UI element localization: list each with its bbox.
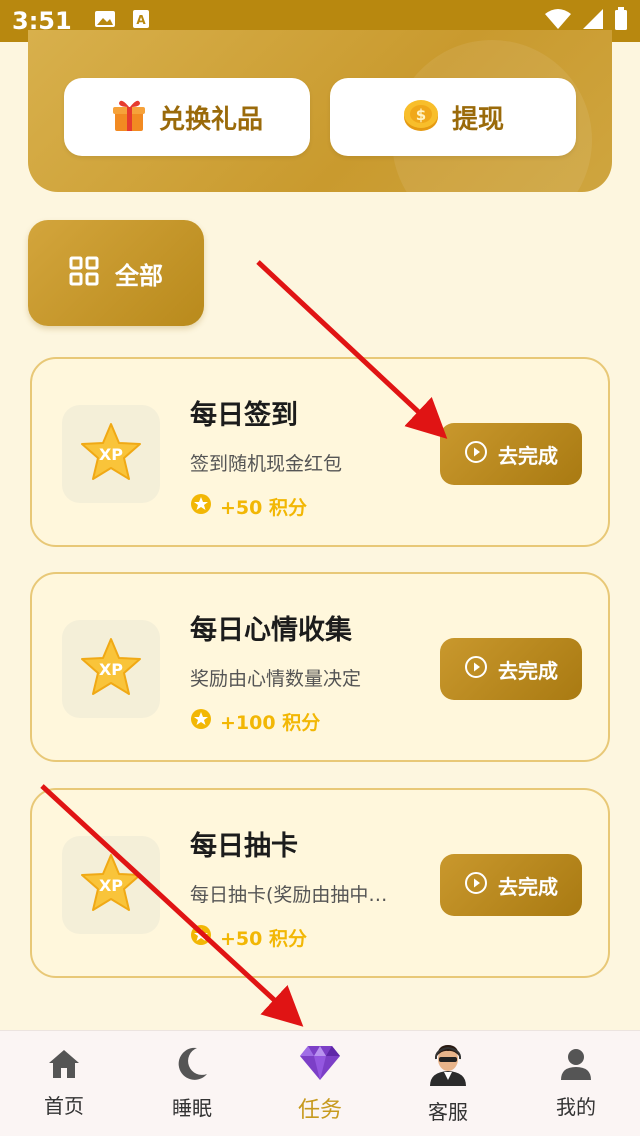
task-complete-label: 去完成 xyxy=(498,443,558,468)
task-title: 每日签到 xyxy=(190,400,298,431)
task-complete-button[interactable]: 去完成 xyxy=(440,423,582,485)
play-circle-icon xyxy=(464,871,488,899)
svg-text:XP: XP xyxy=(99,445,123,464)
nav-item-sleep[interactable]: 睡眠 xyxy=(128,1031,256,1136)
svg-text:XP: XP xyxy=(99,660,123,679)
task-points: +50 积分 xyxy=(190,924,307,951)
withdraw-button[interactable]: $ 提现 xyxy=(330,78,576,156)
task-icon-box: XP xyxy=(62,620,160,718)
task-points: +50 积分 xyxy=(190,493,307,520)
points-summary-card: 兑换礼品 $ 提现 xyxy=(28,30,612,192)
task-icon-box: XP xyxy=(62,405,160,503)
nav-item-home[interactable]: 首页 xyxy=(0,1031,128,1136)
nav-label: 睡眠 xyxy=(172,1096,212,1120)
task-description: 签到随机现金红包 xyxy=(190,453,343,475)
task-icon-box: XP xyxy=(62,836,160,934)
points-star-icon xyxy=(190,924,212,951)
task-points-value: +100 积分 xyxy=(220,712,321,734)
task-points-value: +50 积分 xyxy=(220,497,307,519)
points-star-icon xyxy=(190,708,212,735)
task-title: 每日抽卡 xyxy=(190,831,298,862)
task-points: +100 积分 xyxy=(190,708,320,735)
task-complete-button[interactable]: 去完成 xyxy=(440,638,582,700)
task-complete-button[interactable]: 去完成 xyxy=(440,854,582,916)
points-star-icon xyxy=(190,493,212,520)
nav-label: 客服 xyxy=(428,1100,468,1124)
xp-star-icon: XP xyxy=(80,853,142,917)
svg-text:XP: XP xyxy=(99,876,123,895)
task-card-mood-collection: XP 每日心情收集 奖励由心情数量决定 +100 积分 去完成 xyxy=(30,572,610,762)
nav-item-customer-service[interactable]: 客服 xyxy=(384,1031,512,1136)
agent-avatar-icon xyxy=(426,1042,470,1090)
play-circle-icon xyxy=(464,440,488,468)
svg-text:A: A xyxy=(136,13,146,27)
task-card-daily-checkin: XP 每日签到 签到随机现金红包 +50 积分 去完成 xyxy=(30,357,610,547)
exchange-gift-label: 兑换礼品 xyxy=(158,104,263,135)
nav-label: 任务 xyxy=(297,1097,342,1123)
svg-text:$: $ xyxy=(416,106,426,124)
task-description: 奖励由心情数量决定 xyxy=(190,668,362,690)
xp-star-icon: XP xyxy=(80,637,142,701)
gift-icon xyxy=(111,97,147,137)
task-card-daily-draw: XP 每日抽卡 每日抽卡(奖励由抽中… +50 积分 去完成 xyxy=(30,788,610,978)
nav-item-profile[interactable]: 我的 xyxy=(512,1031,640,1136)
home-icon xyxy=(47,1048,81,1084)
nav-item-tasks[interactable]: 任务 xyxy=(256,1031,384,1136)
nav-label: 首页 xyxy=(44,1094,84,1118)
person-icon xyxy=(559,1047,593,1085)
task-description: 每日抽卡(奖励由抽中… xyxy=(190,884,388,906)
battery-icon xyxy=(614,7,628,35)
withdraw-label: 提现 xyxy=(451,104,504,135)
coin-icon: $ xyxy=(402,97,440,137)
filter-all-label: 全部 xyxy=(115,261,163,290)
play-circle-icon xyxy=(464,655,488,683)
task-points-value: +50 积分 xyxy=(220,928,307,950)
task-complete-label: 去完成 xyxy=(498,658,558,683)
filter-tab-all[interactable]: 全部 xyxy=(28,220,204,326)
xp-star-icon: XP xyxy=(80,422,142,486)
task-complete-label: 去完成 xyxy=(498,874,558,899)
bottom-nav: 首页 睡眠 任务 客服 我的 xyxy=(0,1030,640,1136)
exchange-gift-button[interactable]: 兑换礼品 xyxy=(64,78,310,156)
task-title: 每日心情收集 xyxy=(190,615,352,646)
moon-icon xyxy=(175,1046,209,1086)
grid-icon xyxy=(69,256,99,290)
nav-label: 我的 xyxy=(556,1095,596,1119)
diamond-icon xyxy=(298,1044,342,1086)
